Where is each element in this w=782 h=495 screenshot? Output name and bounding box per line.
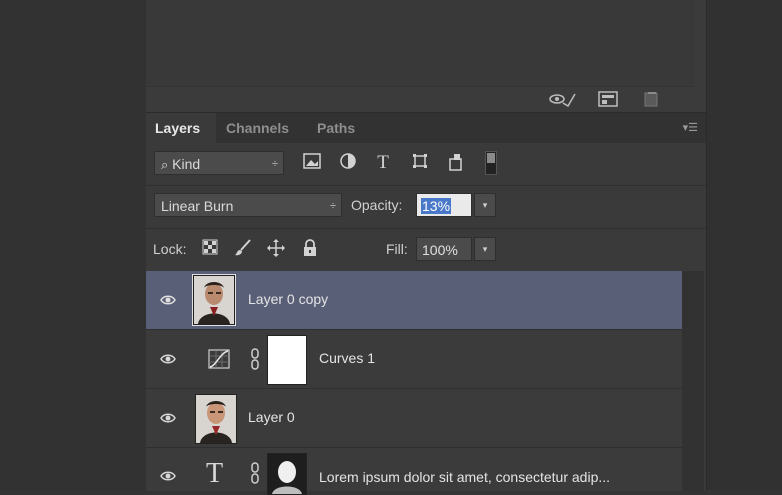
layer-list-scrollbar[interactable] bbox=[682, 271, 704, 491]
new-document-from-state-icon[interactable] bbox=[598, 91, 618, 107]
lock-fill-row: Lock: Fill: 100% ▾ bbox=[146, 231, 706, 265]
layer-name: Lorem ipsum dolor sit amet, consectetur … bbox=[319, 469, 611, 485]
visibility-eye-icon[interactable] bbox=[160, 292, 176, 308]
filter-kind-label: Kind bbox=[172, 156, 201, 172]
lock-position-move-icon[interactable] bbox=[266, 239, 286, 259]
layer-name: Curves 1 bbox=[319, 350, 376, 366]
shape-layer-filter-icon[interactable] bbox=[410, 153, 430, 173]
tab-channels[interactable]: Channels bbox=[226, 120, 289, 136]
type-layer-filter-icon[interactable]: T bbox=[373, 153, 393, 173]
layer-mask-thumbnail[interactable] bbox=[267, 335, 307, 385]
trash-icon[interactable] bbox=[643, 91, 661, 107]
tab-layers[interactable]: Layers bbox=[155, 120, 200, 136]
layer-name: Layer 0 copy bbox=[248, 291, 329, 307]
visibility-eye-icon[interactable] bbox=[160, 468, 176, 484]
side-panel-strip bbox=[706, 0, 782, 490]
divider bbox=[146, 185, 706, 186]
tab-paths[interactable]: Paths bbox=[317, 120, 355, 136]
lock-image-pixels-brush-icon[interactable] bbox=[233, 239, 253, 259]
opacity-dropdown-button[interactable]: ▾ bbox=[474, 193, 496, 217]
upper-panel-toolbar bbox=[146, 86, 694, 112]
blend-mode-value: Linear Burn bbox=[161, 198, 234, 214]
layer-name: Layer 0 bbox=[248, 409, 295, 425]
filter-kind-select[interactable]: ⌕ Kind ÷ bbox=[154, 151, 284, 175]
fill-input[interactable]: 100% bbox=[416, 237, 472, 261]
filter-toggle-switch[interactable] bbox=[485, 151, 497, 175]
blend-mode-select[interactable]: Linear Burn ÷ bbox=[154, 193, 342, 217]
select-arrows-icon: ÷ bbox=[271, 158, 278, 170]
lock-label: Lock: bbox=[153, 241, 187, 257]
layer-list: Layer 0 copy Curves 1 Layer 0 T Lorem ip… bbox=[146, 271, 706, 495]
opacity-input[interactable]: 13% bbox=[416, 193, 472, 217]
opacity-label: Opacity: bbox=[351, 197, 403, 213]
layers-panel: Layers Channels Paths ▾☰ ⌕ Kind ÷ T Line… bbox=[146, 112, 706, 495]
panel-tabs: Layers Channels Paths ▾☰ bbox=[146, 113, 706, 143]
link-chain-icon[interactable] bbox=[250, 462, 260, 484]
upper-panel bbox=[146, 0, 706, 112]
smart-object-filter-icon[interactable] bbox=[446, 153, 466, 173]
fill-label: Fill: bbox=[386, 241, 408, 257]
layer-row[interactable]: Curves 1 bbox=[146, 330, 682, 389]
opacity-value: 13% bbox=[421, 198, 452, 214]
select-arrows-icon: ÷ bbox=[329, 200, 336, 212]
canvas-area bbox=[0, 0, 146, 490]
adjustment-layer-filter-icon[interactable] bbox=[338, 153, 358, 173]
pixel-layer-filter-icon[interactable] bbox=[302, 153, 322, 173]
lock-all-icon[interactable] bbox=[300, 239, 320, 259]
lock-transparent-pixels-icon[interactable] bbox=[200, 239, 220, 259]
link-chain-icon[interactable] bbox=[250, 348, 260, 370]
layer-row[interactable]: Layer 0 copy bbox=[146, 271, 682, 330]
text-layer-icon: T bbox=[206, 458, 224, 489]
layer-row[interactable]: T Lorem ipsum dolor sit amet, consectetu… bbox=[146, 448, 682, 495]
curves-adjustment-icon bbox=[208, 349, 230, 369]
layer-row[interactable]: Layer 0 bbox=[146, 389, 682, 448]
layer-thumbnail-portrait bbox=[192, 274, 236, 326]
divider bbox=[146, 228, 706, 229]
search-icon: ⌕ bbox=[161, 157, 169, 172]
filter-row: ⌕ Kind ÷ T bbox=[146, 147, 706, 179]
blend-opacity-row: Linear Burn ÷ Opacity: 13% ▾ bbox=[146, 189, 706, 221]
visibility-eye-icon[interactable] bbox=[160, 351, 176, 367]
eye-check-icon[interactable] bbox=[548, 91, 576, 108]
fill-dropdown-button[interactable]: ▾ bbox=[474, 237, 496, 261]
panel-menu-icon[interactable]: ▾☰ bbox=[683, 121, 698, 134]
layer-thumbnail-portrait bbox=[195, 394, 237, 444]
visibility-eye-icon[interactable] bbox=[160, 410, 176, 426]
layer-mask-thumbnail[interactable] bbox=[267, 453, 307, 495]
upper-panel-content bbox=[146, 0, 694, 87]
